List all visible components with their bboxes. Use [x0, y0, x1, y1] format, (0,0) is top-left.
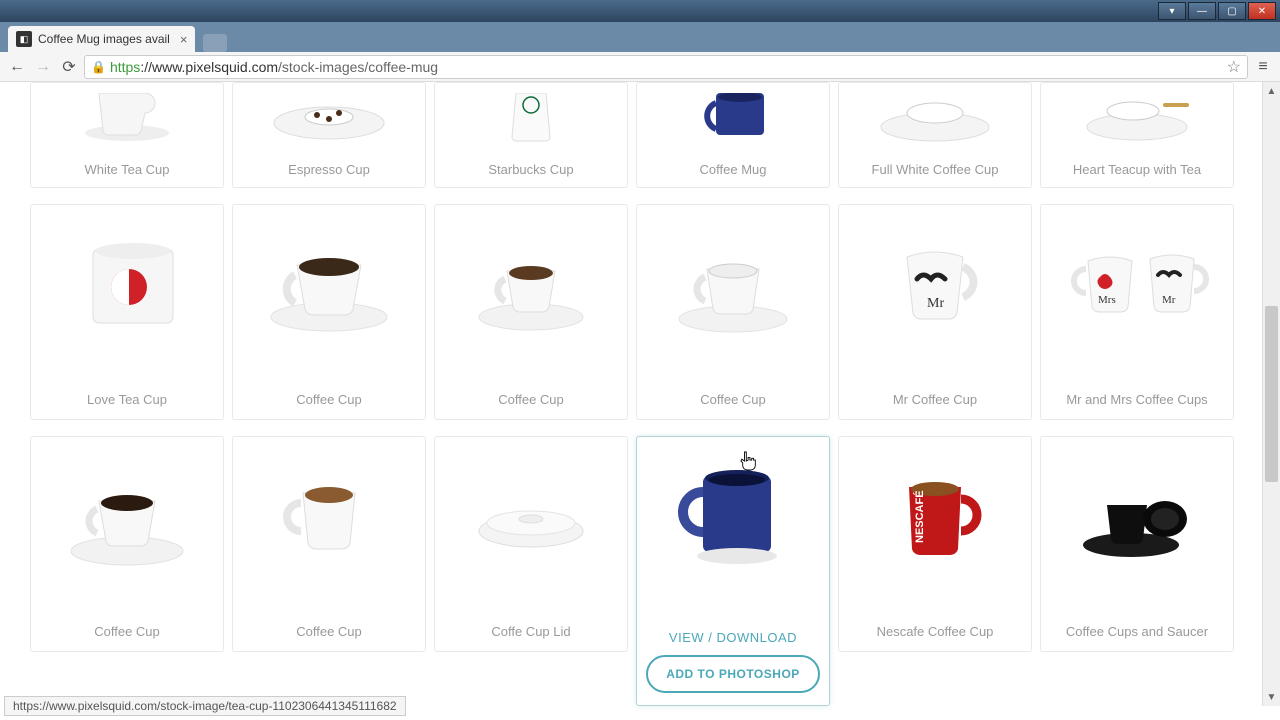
- address-bar[interactable]: 🔒 https ://www.pixelsquid.com /stock-ima…: [84, 55, 1248, 79]
- svg-text:Mr: Mr: [1162, 294, 1176, 306]
- product-card[interactable]: Coffee Cup: [232, 436, 426, 652]
- tab-strip: ◧ Coffee Mug images avail ×: [0, 22, 1280, 52]
- product-thumb: [860, 88, 1010, 148]
- product-thumb: [254, 453, 404, 573]
- new-tab-button[interactable]: [203, 34, 227, 52]
- product-thumb: [658, 453, 808, 573]
- product-card[interactable]: Full White Coffee Cup: [838, 82, 1032, 188]
- product-card[interactable]: Coffee Cup: [232, 204, 426, 420]
- product-card[interactable]: Mrs Mr Mr and Mrs Coffee Cups: [1040, 204, 1234, 420]
- grid-row: White Tea Cup Espresso Cup Starbucks Cup…: [0, 82, 1262, 188]
- minimize-button[interactable]: —: [1188, 2, 1216, 20]
- favicon-icon: ◧: [16, 31, 32, 47]
- product-thumb: [1062, 453, 1212, 573]
- product-card[interactable]: Coffee Cup: [636, 204, 830, 420]
- product-thumb: [52, 221, 202, 341]
- scroll-track[interactable]: [1263, 100, 1280, 688]
- grid-row: Coffee Cup Coffee Cup Coffe Cup Lid VIEW…: [0, 436, 1262, 706]
- browser-tab[interactable]: ◧ Coffee Mug images avail ×: [8, 26, 195, 52]
- url-protocol: https: [110, 59, 140, 75]
- product-card[interactable]: Starbucks Cup: [434, 82, 628, 188]
- product-card[interactable]: Coffee Mug: [636, 82, 830, 188]
- product-label: Coffee Cup: [94, 624, 160, 639]
- product-thumb: [456, 88, 606, 148]
- product-thumb: [456, 453, 606, 573]
- close-button[interactable]: ✕: [1248, 2, 1276, 20]
- product-label: Coffee Cups and Saucer: [1066, 624, 1208, 639]
- product-label: Mr and Mrs Coffee Cups: [1066, 392, 1207, 407]
- product-label: Coffe Cup Lid: [491, 624, 570, 639]
- product-thumb: [658, 88, 808, 148]
- product-thumb: [658, 221, 808, 341]
- product-card-hovered[interactable]: VIEW / DOWNLOAD ADD TO PHOTOSHOP: [636, 436, 830, 706]
- product-card[interactable]: NESCAFÉ Nescafe Coffee Cup: [838, 436, 1032, 652]
- product-thumb: [52, 88, 202, 148]
- close-tab-icon[interactable]: ×: [180, 32, 188, 47]
- svg-text:NESCAFÉ: NESCAFÉ: [913, 490, 926, 543]
- page-content: White Tea Cup Espresso Cup Starbucks Cup…: [0, 82, 1262, 720]
- product-card[interactable]: Coffee Cup: [30, 436, 224, 652]
- grid-row: Love Tea Cup Coffee Cup Coffee Cup Coffe…: [0, 204, 1262, 420]
- scroll-down-icon[interactable]: ▼: [1263, 688, 1280, 706]
- product-label: Heart Teacup with Tea: [1073, 162, 1201, 177]
- status-bar: https://www.pixelsquid.com/stock-image/t…: [4, 696, 406, 716]
- product-card[interactable]: Love Tea Cup: [30, 204, 224, 420]
- product-card[interactable]: Mr Mr Coffee Cup: [838, 204, 1032, 420]
- tab-title: Coffee Mug images avail: [38, 32, 170, 46]
- product-label: White Tea Cup: [84, 162, 169, 177]
- view-download-link[interactable]: VIEW / DOWNLOAD: [669, 630, 797, 645]
- product-label: Mr Coffee Cup: [893, 392, 977, 407]
- svg-text:Mr: Mr: [927, 296, 944, 311]
- scroll-thumb[interactable]: [1265, 306, 1278, 482]
- url-path: /stock-images/coffee-mug: [278, 59, 438, 75]
- product-card[interactable]: White Tea Cup: [30, 82, 224, 188]
- toolbar: ← → ⟳ 🔒 https ://www.pixelsquid.com /sto…: [0, 52, 1280, 82]
- menu-button[interactable]: ≡: [1252, 56, 1274, 78]
- product-label: Coffee Mug: [700, 162, 767, 177]
- product-label: Coffee Cup: [498, 392, 564, 407]
- window-titlebar: ▾ — ▢ ✕: [0, 0, 1280, 22]
- product-label: Coffee Cup: [700, 392, 766, 407]
- reload-button[interactable]: ⟳: [58, 56, 80, 78]
- product-thumb: Mrs Mr: [1062, 221, 1212, 341]
- product-thumb: Mr: [860, 221, 1010, 341]
- back-button[interactable]: ←: [6, 56, 28, 78]
- forward-button[interactable]: →: [32, 56, 54, 78]
- lock-icon: 🔒: [91, 60, 106, 74]
- product-label: Coffee Cup: [296, 624, 362, 639]
- svg-text:Mrs: Mrs: [1098, 294, 1116, 306]
- url-host: ://www.pixelsquid.com: [140, 59, 278, 75]
- product-label: Coffee Cup: [296, 392, 362, 407]
- product-label: Starbucks Cup: [488, 162, 573, 177]
- product-label: Love Tea Cup: [87, 392, 167, 407]
- maximize-button[interactable]: ▢: [1218, 2, 1246, 20]
- scroll-up-icon[interactable]: ▲: [1263, 82, 1280, 100]
- product-thumb: [1062, 88, 1212, 148]
- product-thumb: NESCAFÉ: [860, 453, 1010, 573]
- product-card[interactable]: Coffe Cup Lid: [434, 436, 628, 652]
- dropdown-button[interactable]: ▾: [1158, 2, 1186, 20]
- product-card[interactable]: Espresso Cup: [232, 82, 426, 188]
- product-thumb: [456, 221, 606, 341]
- product-thumb: [52, 453, 202, 573]
- hover-actions: VIEW / DOWNLOAD ADD TO PHOTOSHOP: [646, 630, 820, 693]
- product-label: Nescafe Coffee Cup: [877, 624, 994, 639]
- product-card[interactable]: Coffee Cups and Saucer: [1040, 436, 1234, 652]
- product-label: Espresso Cup: [288, 162, 370, 177]
- product-card[interactable]: Heart Teacup with Tea: [1040, 82, 1234, 188]
- product-thumb: [254, 221, 404, 341]
- add-to-photoshop-button[interactable]: ADD TO PHOTOSHOP: [646, 655, 820, 693]
- bookmark-icon[interactable]: ☆: [1227, 57, 1241, 77]
- product-thumb: [254, 88, 404, 148]
- product-label: Full White Coffee Cup: [872, 162, 999, 177]
- vertical-scrollbar[interactable]: ▲ ▼: [1262, 82, 1280, 706]
- product-card[interactable]: Coffee Cup: [434, 204, 628, 420]
